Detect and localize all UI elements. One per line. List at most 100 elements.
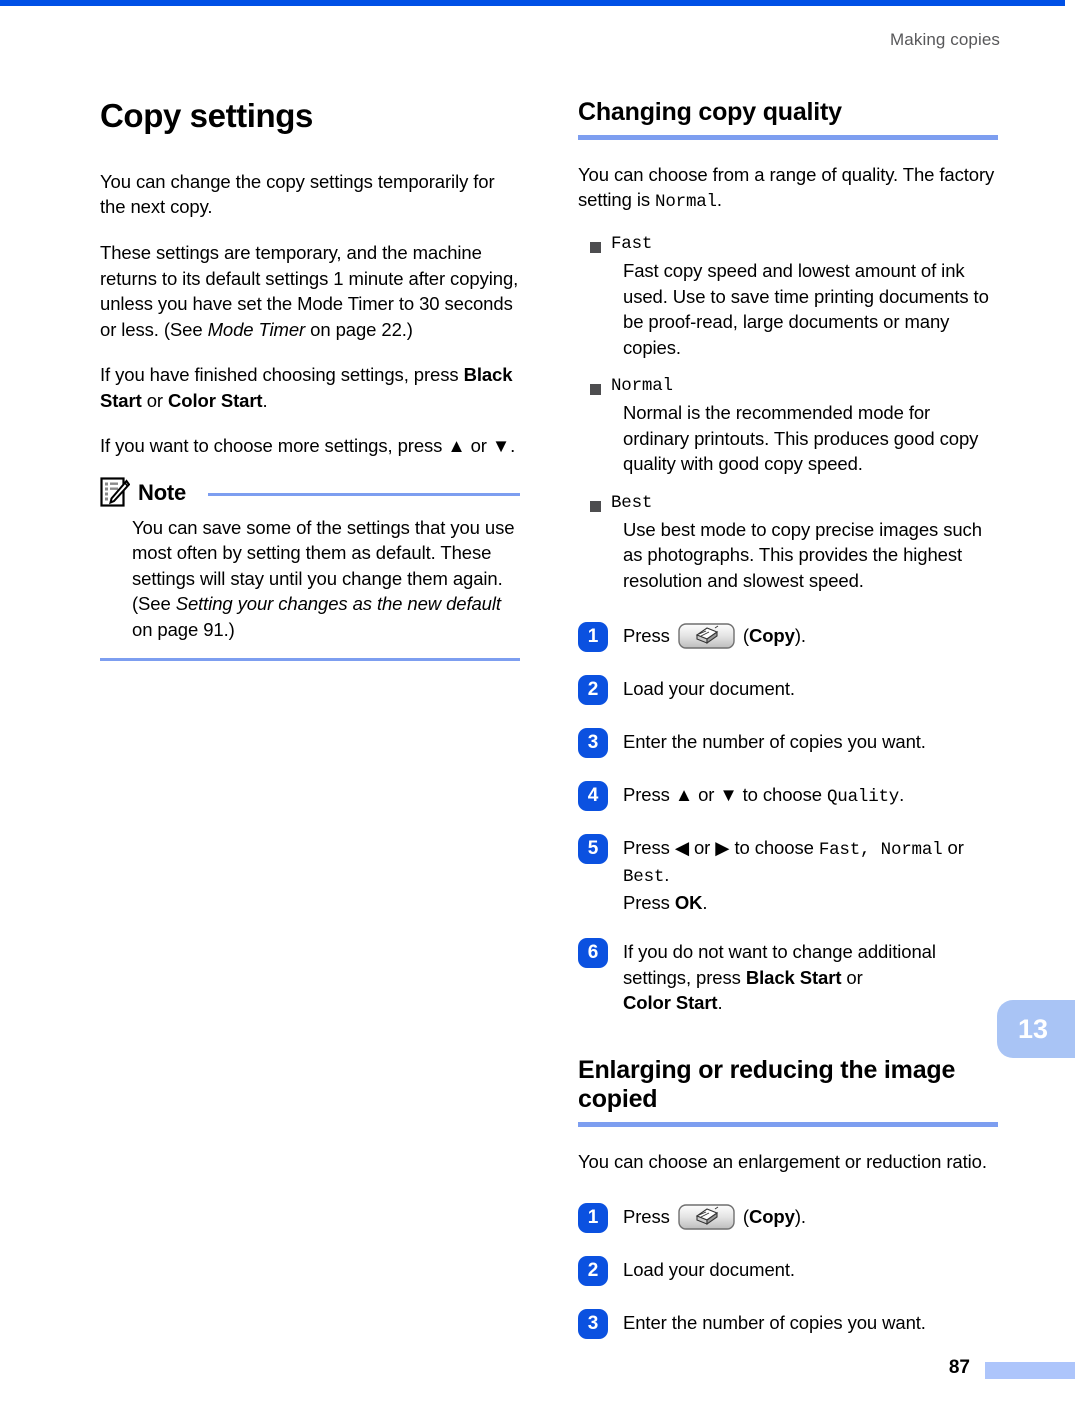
step-or: or bbox=[841, 966, 863, 988]
step-number-badge: 6 bbox=[578, 938, 608, 969]
running-header-title: Making copies bbox=[890, 30, 1000, 49]
step-lead: Press ▲ or ▼ to choose bbox=[623, 784, 827, 806]
quality-option-fast: Fast bbox=[578, 234, 998, 254]
quality-step-4-text: Press ▲ or ▼ to choose Quality. bbox=[623, 780, 904, 809]
quality-intro: You can choose from a range of quality. … bbox=[578, 162, 998, 215]
note-header-rule bbox=[208, 493, 520, 497]
step-lead: Press bbox=[623, 1206, 675, 1228]
enlarge-step-1-text: Press (Copy). bbox=[623, 1202, 806, 1230]
step-mid: ( bbox=[737, 625, 749, 647]
ok-key-label: OK bbox=[674, 891, 703, 913]
mode-timer-page: on page 22.) bbox=[305, 318, 413, 340]
quality-option-best: Best bbox=[578, 493, 998, 513]
step-or: or bbox=[942, 837, 964, 859]
quality-step-1: 1 Press (Copy). bbox=[578, 621, 998, 653]
quality-intro-tail: . bbox=[716, 189, 722, 211]
quality-option-best-description: Use best mode to copy precise images suc… bbox=[623, 518, 982, 591]
step-lead: Press ◀ or ▶ to choose bbox=[623, 837, 819, 859]
footer-blue-bar bbox=[985, 1362, 1075, 1379]
note-bottom-rule bbox=[100, 658, 520, 662]
section-title-enlarging-or-reducing: Enlarging or reducing the image copied bbox=[578, 1055, 956, 1114]
paragraph-finished-lead: If you have finished choosing settings, … bbox=[100, 364, 464, 386]
step-number-badge: 5 bbox=[578, 834, 608, 865]
enlarge-step-1: 1 Press (Copy). bbox=[578, 1202, 998, 1234]
mode-timer-reference: Mode Timer bbox=[207, 318, 306, 340]
note-pencil-icon bbox=[100, 476, 131, 509]
step-number-badge: 2 bbox=[578, 1256, 608, 1287]
step-tail: ). bbox=[794, 625, 806, 647]
value-best: Best bbox=[623, 867, 665, 888]
section-title-changing-copy-quality: Changing copy quality bbox=[578, 98, 842, 126]
step-tail: . bbox=[899, 784, 905, 806]
quality-step-3-text: Enter the number of copies you want. bbox=[623, 731, 926, 753]
step-number-badge: 3 bbox=[578, 1309, 608, 1340]
step-number-badge: 3 bbox=[578, 728, 608, 759]
paragraph-finished-tail: . bbox=[262, 389, 268, 411]
quality-step-4: 4 Press ▲ or ▼ to choose Quality. bbox=[578, 780, 998, 812]
copy-key-icon[interactable] bbox=[678, 623, 735, 650]
step-tail: . bbox=[664, 864, 670, 886]
paragraph-finished: If you have finished choosing settings, … bbox=[100, 362, 520, 413]
copy-key-icon[interactable] bbox=[678, 1204, 735, 1230]
value-normal: Normal bbox=[880, 840, 943, 861]
color-start-key: Color Start bbox=[168, 389, 263, 411]
note-label: Note bbox=[138, 479, 187, 505]
black-start-key: Black Start bbox=[745, 966, 842, 988]
paragraph-more-settings: If you want to choose more settings, pre… bbox=[100, 435, 516, 457]
top-blue-rule bbox=[0, 0, 1065, 6]
quality-step-5: 5 Press ◀ or ▶ to choose Fast, Normal or… bbox=[578, 833, 998, 915]
enlarge-step-2-text: Load your document. bbox=[623, 1259, 795, 1281]
quality-option-fast-description: Fast copy speed and lowest amount of ink… bbox=[623, 260, 989, 358]
left-column: Copy settings You can change the copy se… bbox=[100, 97, 520, 678]
quality-option-fast-label: Fast bbox=[611, 234, 653, 255]
quality-option-normal-description: Normal is the recommended mode for ordin… bbox=[623, 402, 979, 475]
copy-key-label: Copy bbox=[748, 625, 795, 647]
section-rule-quality bbox=[578, 134, 998, 140]
chapter-tab-number: 13 bbox=[1017, 1013, 1049, 1044]
page-title: Copy settings bbox=[100, 97, 313, 134]
note-text: You can save some of the settings that y… bbox=[100, 515, 520, 643]
quality-menu-value: Quality bbox=[826, 787, 900, 808]
section-rule-enlarge bbox=[578, 1121, 998, 1127]
step-tail: ). bbox=[794, 1206, 806, 1228]
quality-intro-value: Normal bbox=[655, 192, 717, 213]
quality-step-2: 2 Load your document. bbox=[578, 674, 998, 706]
step-mid: ( bbox=[737, 1206, 749, 1228]
note-box: Note You can save some of the settings t… bbox=[100, 476, 520, 678]
enlarge-step-2: 2 Load your document. bbox=[578, 1255, 998, 1287]
square-bullet-icon bbox=[590, 384, 601, 396]
value-separator: , bbox=[860, 840, 881, 861]
square-bullet-icon bbox=[590, 500, 601, 512]
step-lead: Press bbox=[623, 625, 675, 647]
quality-step-3: 3 Enter the number of copies you want. bbox=[578, 727, 998, 759]
step-press-ok-tail: . bbox=[702, 891, 708, 913]
note-text-reference: Setting your changes as the new default bbox=[175, 593, 501, 615]
note-text-tail: on page 91.) bbox=[132, 618, 235, 640]
quality-option-normal: Normal bbox=[578, 376, 998, 396]
color-start-key: Color Start bbox=[623, 992, 718, 1014]
step-number-badge: 1 bbox=[578, 622, 608, 653]
paragraph-temporary: These settings are temporary, and the ma… bbox=[100, 240, 520, 342]
step-tail: . bbox=[717, 992, 723, 1014]
enlarge-step-3-text: Enter the number of copies you want. bbox=[623, 1312, 926, 1334]
step-number-badge: 1 bbox=[578, 1203, 608, 1234]
chapter-tab-13: 13 bbox=[997, 1000, 1075, 1058]
quality-option-best-label: Best bbox=[611, 492, 653, 513]
note-header: Note bbox=[100, 476, 520, 509]
paragraph-intro: You can change the copy settings tempora… bbox=[100, 170, 495, 218]
step-press-ok-lead: Press bbox=[623, 891, 675, 913]
right-column: Changing copy quality You can choose fro… bbox=[578, 98, 998, 1361]
quality-option-normal-label: Normal bbox=[611, 376, 673, 397]
document-page: Making copies 13 87 Copy settings You ca… bbox=[0, 0, 1075, 1401]
step-number-badge: 4 bbox=[578, 781, 608, 812]
quality-step-6: 6 If you do not want to change additiona… bbox=[578, 937, 998, 1016]
enlarge-intro: You can choose an enlargement or reducti… bbox=[578, 1150, 987, 1172]
quality-step-2-text: Load your document. bbox=[623, 678, 795, 700]
enlarge-step-3: 3 Enter the number of copies you want. bbox=[578, 1308, 998, 1340]
copy-key-label: Copy bbox=[748, 1206, 795, 1228]
square-bullet-icon bbox=[590, 242, 601, 254]
quality-step-5-text: Press ◀ or ▶ to choose Fast, Normal or B… bbox=[623, 833, 998, 915]
value-fast: Fast bbox=[818, 840, 861, 861]
quality-step-6-text: If you do not want to change additional … bbox=[623, 937, 998, 1016]
paragraph-finished-or: or bbox=[141, 389, 168, 411]
